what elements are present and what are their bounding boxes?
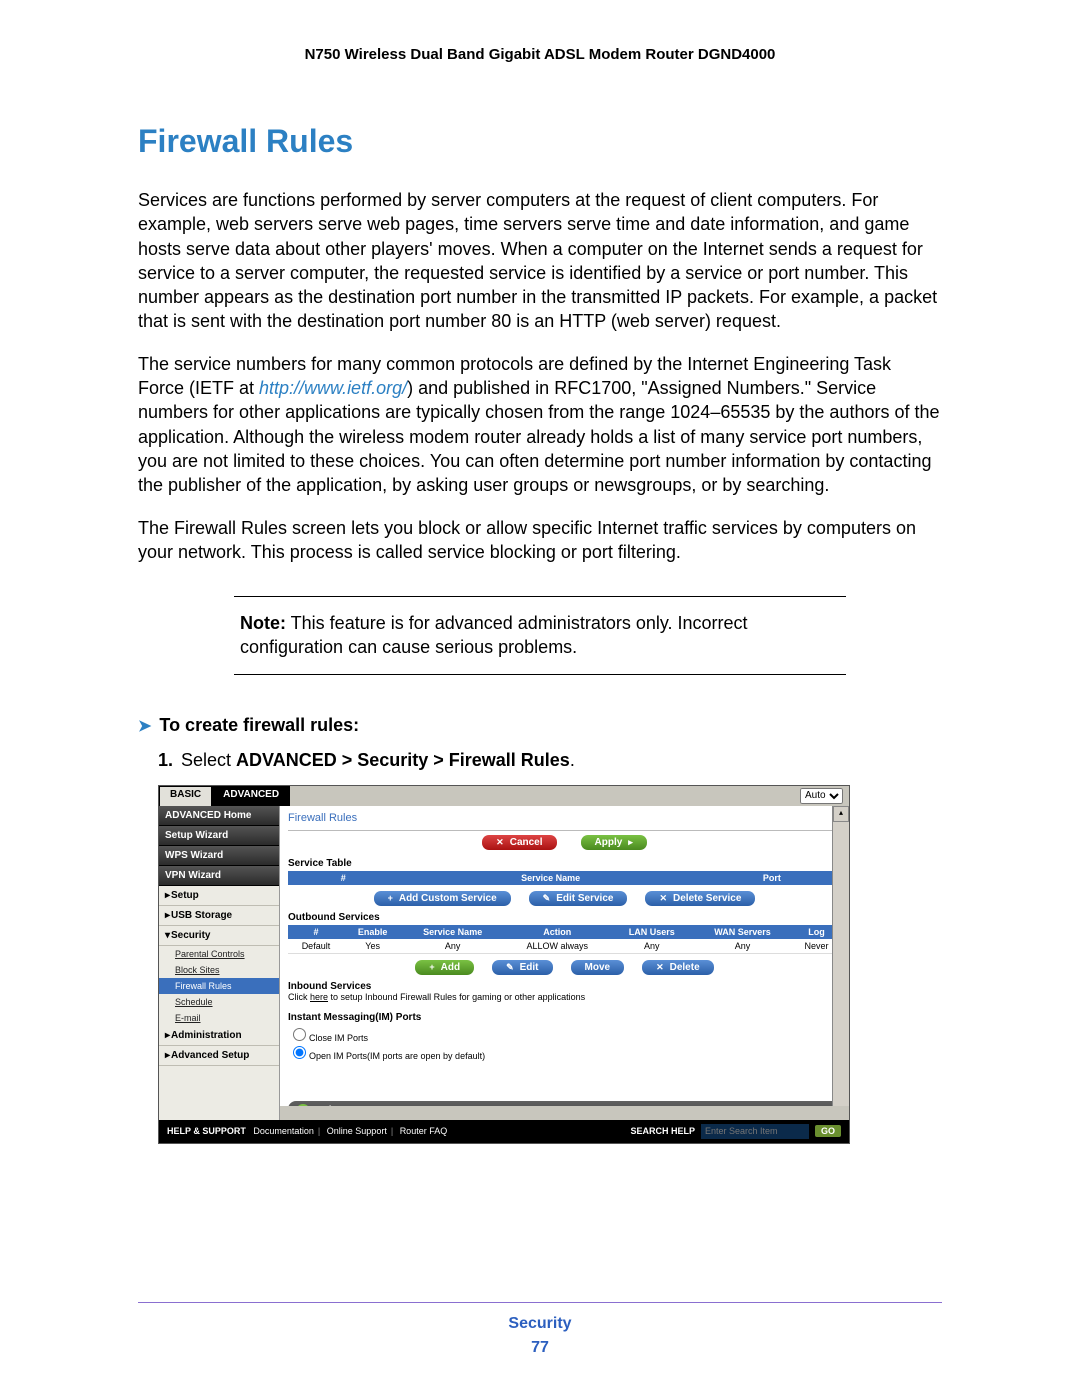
help-support-label: HELP & SUPPORT [167,1126,246,1136]
inbound-heading: Inbound Services [288,981,841,992]
sidebar-firewall-rules[interactable]: Firewall Rules [159,978,279,994]
ietf-link[interactable]: http://www.ietf.org/ [259,378,407,398]
support-link[interactable]: Online Support [327,1126,387,1136]
sidebar-setup[interactable]: ▸Setup [159,886,279,906]
help-center-label: Help Center [316,1105,372,1106]
col-service-name: Service Name [399,871,703,885]
document-header: N750 Wireless Dual Band Gigabit ADSL Mod… [138,46,942,63]
tab-advanced[interactable]: ADVANCED [212,786,290,806]
plus-icon: + [429,962,434,972]
section-title: Firewall Rules [138,123,942,160]
col-action: Action [504,925,610,939]
help-grip-icon: ▬▬ [546,1105,566,1106]
pencil-icon: ✎ [506,962,514,973]
search-help-input[interactable] [701,1124,809,1139]
col-lan: LAN Users [610,925,693,939]
sidebar-advanced-home[interactable]: ADVANCED Home [159,806,279,826]
im-close-radio[interactable] [293,1028,306,1041]
faq-link[interactable]: Router FAQ [400,1126,448,1136]
note-text: This feature is for advanced administrat… [240,613,748,657]
sidebar-wps-wizard[interactable]: WPS Wizard [159,846,279,866]
delete-rule-button[interactable]: ✕Delete [642,960,714,975]
tab-basic[interactable]: BASIC [159,786,212,806]
help-support-bar: HELP & SUPPORT Documentation| Online Sup… [159,1120,849,1143]
note-block: Note: This feature is for advanced admin… [234,596,846,675]
note-label: Note: [240,613,286,633]
im-open-radio[interactable] [293,1046,306,1059]
edit-rule-button[interactable]: ✎Edit [492,960,552,975]
sidebar-advanced-setup[interactable]: ▸Advanced Setup [159,1046,279,1066]
sidebar-parental-controls[interactable]: Parental Controls [159,946,279,962]
x-icon: ✕ [656,962,664,973]
move-rule-button[interactable]: Move [571,960,625,975]
service-table-heading: Service Table [288,858,841,869]
x-icon: ✕ [659,893,667,904]
task-arrow-icon: ➤ [138,718,151,735]
sidebar-setup-wizard[interactable]: Setup Wizard [159,826,279,846]
step-1-path: ADVANCED > Security > Firewall Rules [236,750,570,770]
edit-service-button[interactable]: ✎Edit Service [529,891,628,906]
doc-link[interactable]: Documentation [253,1126,314,1136]
outbound-heading: Outbound Services [288,912,841,923]
task-heading: ➤ To create firewall rules: [138,715,942,736]
footer-rule [138,1302,942,1303]
sidebar-block-sites[interactable]: Block Sites [159,962,279,978]
step-1-prefix: Select [181,750,236,770]
horizontal-scrollbar[interactable] [280,1106,849,1120]
task-title-text: To create firewall rules: [159,715,359,735]
search-help-label: SEARCH HELP [630,1126,695,1136]
col-wan: WAN Servers [693,925,792,939]
service-table: # Service Name Port [288,871,841,885]
paragraph-1: Services are functions performed by serv… [138,188,942,334]
inbound-text: Click here to setup Inbound Firewall Rul… [288,992,841,1002]
footer-page-number: 77 [0,1339,1080,1357]
inbound-here-link[interactable]: here [310,992,328,1002]
panel-title: Firewall Rules [288,810,841,831]
sidebar-security[interactable]: ▾Security [159,926,279,946]
sidebar-vpn-wizard[interactable]: VPN Wizard [159,866,279,886]
im-heading: Instant Messaging(IM) Ports [288,1012,841,1023]
apply-button[interactable]: Apply▸ [581,835,647,850]
col-enable: Enable [344,925,401,939]
sidebar-email[interactable]: E-mail [159,1010,279,1026]
outbound-table: # Enable Service Name Action LAN Users W… [288,925,841,954]
sidebar-schedule[interactable]: Schedule [159,994,279,1010]
table-row[interactable]: Default Yes Any ALLOW always Any Any Nev… [288,939,841,954]
scroll-up-icon[interactable]: ▴ [833,806,849,822]
paragraph-3: The Firewall Rules screen lets you block… [138,516,942,565]
delete-service-button[interactable]: ✕Delete Service [645,891,755,906]
sidebar-usb-storage[interactable]: ▸USB Storage [159,906,279,926]
step-1-number: 1. [158,750,173,770]
step-1-suffix: . [570,750,575,770]
sidebar-administration[interactable]: ▸Administration [159,1026,279,1046]
footer-category: Security [0,1315,1080,1333]
help-center-bar: ?Help Center ▬▬ Show/Hide Help Center [288,1101,841,1106]
router-ui-screenshot: BASIC ADVANCED Auto ADVANCED Home Setup … [158,785,850,1144]
step-1: 1. Select ADVANCED > Security > Firewall … [158,750,942,771]
caret-right-icon: ▸ [628,837,633,848]
sidebar: ADVANCED Home Setup Wizard WPS Wizard VP… [159,806,279,1120]
col-port: Port [703,871,841,885]
add-custom-service-button[interactable]: +Add Custom Service [374,891,511,906]
x-icon: ✕ [496,837,504,848]
col-num: # [288,871,399,885]
language-select[interactable]: Auto [800,788,843,804]
col-num: # [288,925,344,939]
plus-icon: + [388,893,393,903]
add-rule-button[interactable]: +Add [415,960,474,975]
im-open-option[interactable]: Open IM Ports(IM ports are open by defau… [288,1043,841,1061]
col-service-name: Service Name [401,925,504,939]
help-icon: ? [296,1104,310,1106]
cancel-button[interactable]: ✕Cancel [482,835,556,850]
paragraph-2: The service numbers for many common prot… [138,352,942,498]
im-close-option[interactable]: Close IM Ports [288,1025,841,1043]
pencil-icon: ✎ [543,893,551,904]
vertical-scrollbar[interactable]: ▴ [832,806,849,1106]
go-button[interactable]: GO [815,1125,841,1137]
